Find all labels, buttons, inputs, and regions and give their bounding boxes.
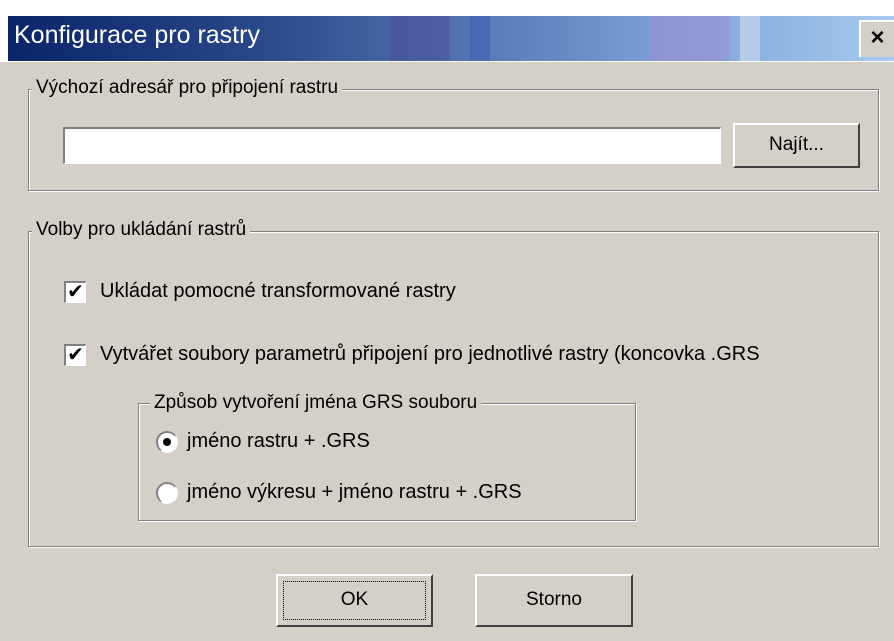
naming-group-label: Způsob vytvoření jména GRS souboru (150, 392, 482, 414)
naming-option-raster-radio[interactable] (156, 431, 178, 453)
directory-group-label: Výchozí adresář pro připojení rastru (32, 77, 343, 99)
title-bar[interactable]: Konfigurace pro rastry × (0, 0, 894, 62)
directory-path-input[interactable] (63, 127, 721, 164)
naming-option-drawing-label: jméno výkresu + jméno rastru + .GRS (187, 481, 522, 503)
cancel-button-label: Storno (526, 589, 582, 610)
close-button[interactable]: × (859, 20, 894, 57)
save-transformed-checkbox[interactable]: ✔ (64, 281, 86, 303)
create-grs-label: Vytvářet soubory parametrů připojení pro… (100, 343, 760, 365)
save-transformed-label: Ukládat pomocné transformované rastry (100, 280, 456, 302)
close-icon: × (870, 24, 885, 51)
create-grs-checkbox[interactable]: ✔ (64, 344, 86, 366)
naming-option-raster-label: jméno rastru + .GRS (187, 430, 370, 452)
find-button-label: Najít... (769, 134, 824, 155)
title-decoration (360, 16, 830, 61)
cancel-button[interactable]: Storno (475, 574, 633, 627)
options-group-label: Volby pro ukládání rastrů (32, 219, 251, 241)
ok-button[interactable]: OK (276, 574, 433, 627)
dialog-window: Konfigurace pro rastry × Výchozí adresář… (0, 0, 894, 641)
window-title: Konfigurace pro rastry (14, 21, 260, 49)
naming-option-drawing-radio[interactable] (156, 482, 178, 504)
find-button[interactable]: Najít... (733, 123, 860, 168)
